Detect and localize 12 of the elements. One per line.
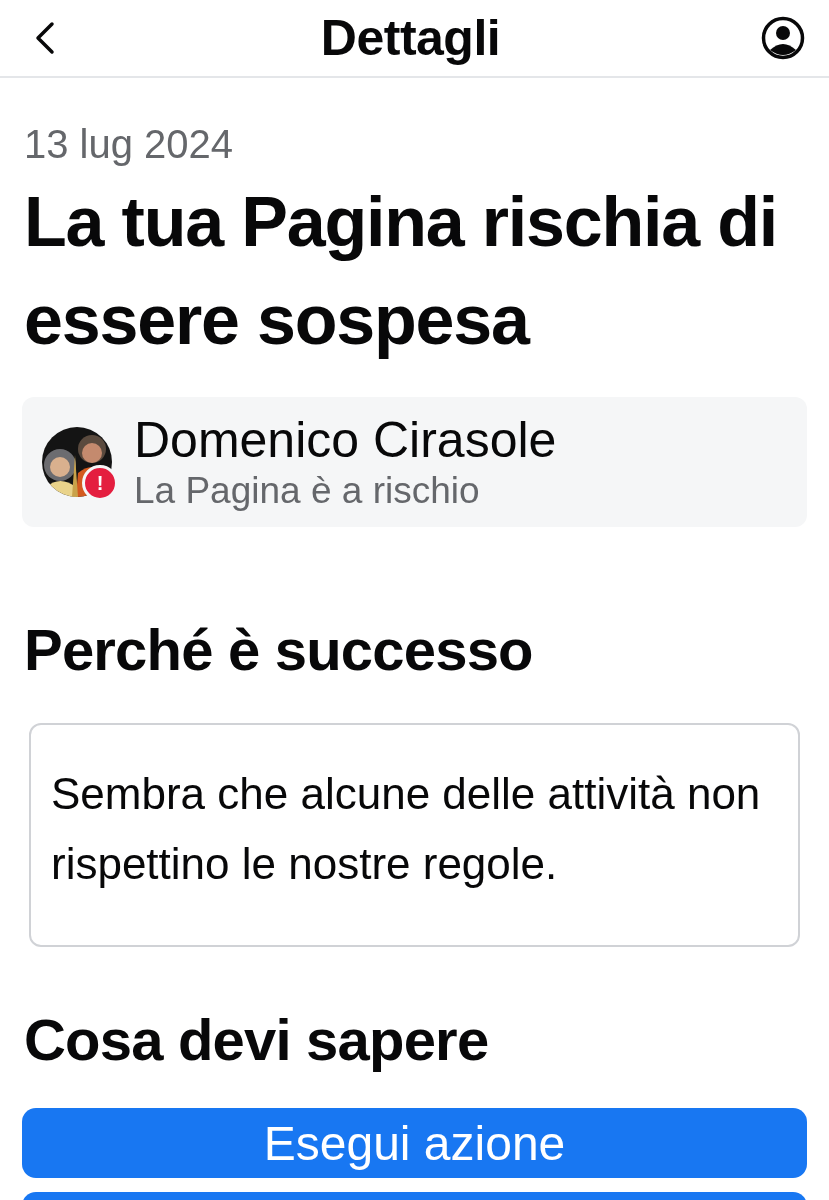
section-heading: Perché è successo [24,616,534,684]
profile-icon[interactable] [761,16,805,60]
section-heading: Cosa devi sapere [24,1006,490,1074]
alert-badge: ! [82,465,118,501]
action-button[interactable]: Esegui azione [22,1108,807,1178]
page-status: La Pagina è a rischio [134,469,481,513]
date-label: 13 lug 2024 [24,122,235,167]
page-card[interactable]: ! Domenico Cirasole La Pagina è a rischio [22,397,807,527]
page-title: Dettagli [320,9,501,67]
notice-title: La tua Pagina rischia di essere sospesa [24,182,779,361]
explanation-text: Sembra che alcune delle attività non rispettino le nostre regole. [29,723,800,947]
page-name: Domenico Cirasole [134,411,557,469]
